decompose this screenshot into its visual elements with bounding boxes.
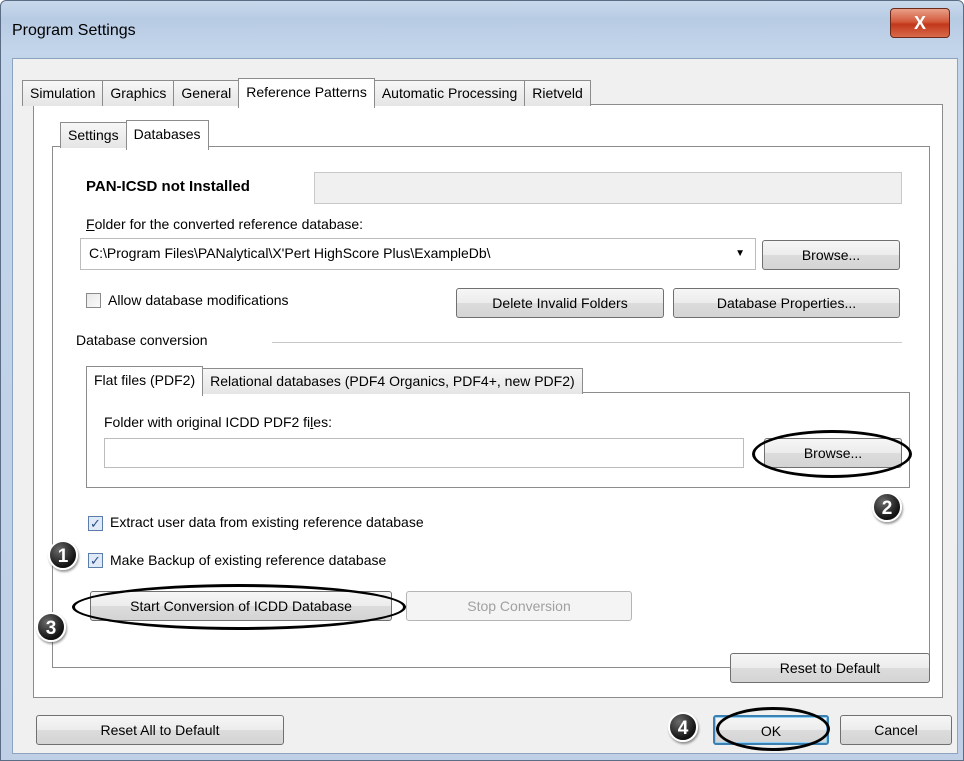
tab-general[interactable]: General — [173, 80, 240, 106]
pdf2-folder-input[interactable] — [104, 438, 744, 468]
close-button[interactable]: X — [890, 8, 950, 38]
tab-rietveld[interactable]: Rietveld — [524, 80, 591, 106]
tab-automatic-processing[interactable]: Automatic Processing — [373, 80, 526, 106]
chevron-down-icon[interactable]: ▼ — [735, 248, 745, 259]
sub-tabs: Settings Databases — [60, 120, 209, 150]
tab-settings[interactable]: Settings — [60, 122, 127, 148]
reset-all-to-default-button[interactable]: Reset All to Default — [36, 715, 284, 745]
database-conversion-label: Database conversion — [76, 332, 208, 348]
allow-modifications-label: Allow database modifications — [108, 292, 289, 308]
make-backup-label: Make Backup of existing reference databa… — [110, 552, 387, 568]
cancel-button[interactable]: Cancel — [840, 715, 952, 745]
pan-icsd-status-label: PAN-ICSD not Installed — [86, 178, 250, 195]
make-backup-checkbox[interactable]: ✓ — [88, 553, 103, 568]
annotation-oval-ok — [716, 707, 830, 751]
database-properties-button[interactable]: Database Properties... — [673, 288, 900, 318]
database-folder-combo[interactable]: C:\Program Files\PANalytical\X'Pert High… — [80, 238, 756, 270]
tab-flat-files[interactable]: Flat files (PDF2) — [86, 366, 204, 396]
extract-user-data-label: Extract user data from existing referenc… — [110, 514, 424, 530]
allow-modifications-checkbox[interactable] — [86, 293, 101, 308]
window-title: Program Settings — [12, 22, 136, 39]
conversion-tabs: Flat files (PDF2) Relational databases (… — [86, 366, 583, 396]
main-tabs: Simulation Graphics General Reference Pa… — [22, 78, 591, 108]
close-icon: X — [913, 12, 926, 33]
annotation-oval-start-conversion — [72, 584, 406, 630]
extract-user-data-checkbox[interactable]: ✓ — [88, 516, 103, 531]
reset-to-default-button[interactable]: Reset to Default — [730, 653, 930, 683]
database-folder-value: C:\Program Files\PANalytical\X'Pert High… — [89, 245, 491, 261]
callout-badge-1: 1 — [48, 540, 78, 570]
folder-label: Folder for the converted reference datab… — [86, 216, 364, 232]
stop-conversion-button[interactable]: Stop Conversion — [406, 591, 632, 621]
callout-badge-4: 4 — [668, 712, 698, 742]
delete-invalid-folders-button[interactable]: Delete Invalid Folders — [456, 288, 664, 318]
callout-badge-2: 2 — [872, 492, 902, 522]
browse-database-folder-button[interactable]: Browse... — [762, 240, 900, 270]
section-divider — [272, 342, 902, 343]
tab-relational-databases[interactable]: Relational databases (PDF4 Organics, PDF… — [202, 368, 583, 394]
tab-reference-patterns[interactable]: Reference Patterns — [238, 78, 375, 108]
tab-graphics[interactable]: Graphics — [102, 80, 175, 106]
callout-badge-3: 3 — [36, 612, 66, 642]
pan-icsd-status-field — [314, 172, 902, 204]
annotation-oval-browse — [752, 430, 912, 478]
pdf2-folder-label: Folder with original ICDD PDF2 files: — [104, 414, 332, 430]
tab-databases[interactable]: Databases — [125, 120, 209, 150]
tab-simulation[interactable]: Simulation — [22, 80, 104, 106]
